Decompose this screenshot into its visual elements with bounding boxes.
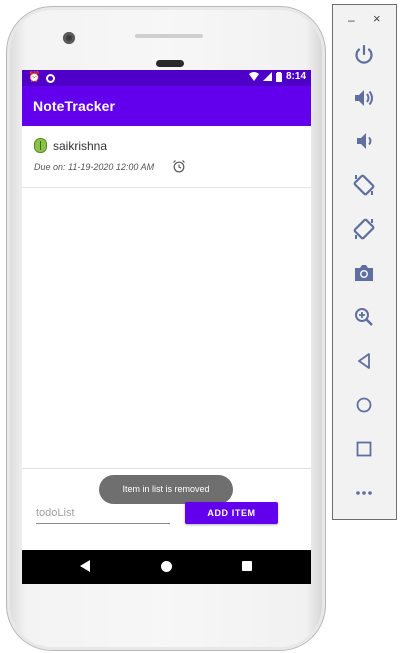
add-item-button[interactable]: ADD ITEM xyxy=(185,502,278,524)
front-camera xyxy=(63,32,75,44)
todo-input[interactable]: todoList xyxy=(36,504,170,524)
rotate-right-icon[interactable] xyxy=(352,217,376,241)
signal-icon xyxy=(262,72,272,81)
app-bar: NoteTracker xyxy=(22,86,311,126)
list-item[interactable]: saikrishna Due on: 11-19-2020 12:00 AM xyxy=(22,126,311,188)
power-icon[interactable] xyxy=(352,43,376,67)
home-icon[interactable] xyxy=(161,561,172,572)
zoom-icon[interactable] xyxy=(352,305,376,329)
battery-icon xyxy=(275,71,282,82)
wifi-icon xyxy=(248,72,259,81)
alarm-icon: ⏰ xyxy=(28,72,41,83)
status-time: 8:14 xyxy=(285,71,306,82)
home-icon[interactable] xyxy=(352,393,376,417)
navigation-bar xyxy=(22,550,311,584)
input-divider xyxy=(22,468,311,469)
recents-icon[interactable] xyxy=(242,561,252,571)
phone-speaker-slot xyxy=(156,60,184,67)
volume-up-icon[interactable] xyxy=(352,86,376,110)
overview-icon[interactable] xyxy=(352,437,376,461)
emulator-stage: ⏰ 8:14 NoteTracker saikrishna Due on: 11… xyxy=(0,0,400,653)
alarm-clock-icon[interactable] xyxy=(172,159,186,173)
back-icon[interactable] xyxy=(80,560,90,572)
item-due-date: Due on: 11-19-2020 12:00 AM xyxy=(34,162,155,172)
rotate-left-icon[interactable] xyxy=(352,173,376,197)
close-button[interactable]: × xyxy=(373,11,381,26)
volume-down-icon[interactable] xyxy=(352,129,376,153)
phone-screen: ⏰ 8:14 NoteTracker saikrishna Due on: 11… xyxy=(22,70,311,584)
toast-message: Item in list is removed xyxy=(99,475,233,504)
item-checkbox[interactable] xyxy=(34,138,47,153)
status-bar: ⏰ 8:14 xyxy=(22,70,311,86)
item-title: saikrishna xyxy=(53,139,108,153)
app-title: NoteTracker xyxy=(33,98,116,114)
camera-icon[interactable] xyxy=(352,261,376,285)
minimize-button[interactable]: – xyxy=(348,13,355,27)
emulator-controls-panel: – × xyxy=(332,4,397,520)
todo-list: saikrishna Due on: 11-19-2020 12:00 AM xyxy=(22,126,311,188)
more-icon[interactable] xyxy=(352,481,376,505)
sync-icon xyxy=(46,74,56,83)
back-icon[interactable] xyxy=(352,349,376,373)
earpiece-speaker xyxy=(135,34,203,38)
